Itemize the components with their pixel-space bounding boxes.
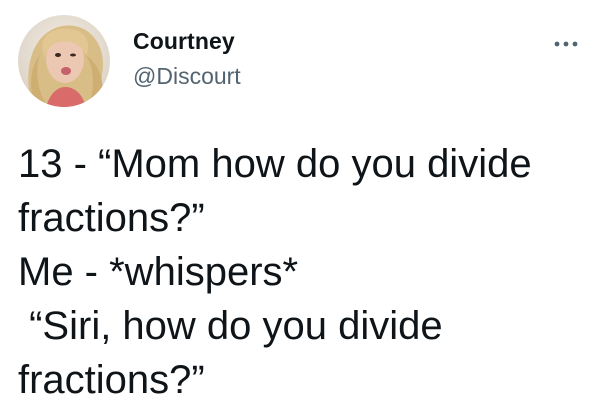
- tweet-text: 13 - “Mom how do you divide fractions?” …: [18, 137, 593, 407]
- tweet-text-line: “Siri, how do you divide: [18, 304, 443, 348]
- profile-photo: [18, 15, 110, 107]
- author-handle[interactable]: @Discourt: [133, 63, 241, 90]
- tweet-text-line: Me - *whispers*: [18, 250, 299, 294]
- author-display-name[interactable]: Courtney: [133, 28, 235, 55]
- tweet-text-line: 13 - “Mom how do you divide: [18, 142, 532, 186]
- more-horizontal-icon: [554, 41, 578, 47]
- tweet-text-line: fractions?”: [18, 358, 205, 402]
- tweet: Courtney @Discourt 13 - “Mom how do you …: [0, 0, 599, 413]
- tweet-text-line: fractions?”: [18, 196, 205, 240]
- avatar[interactable]: [18, 15, 110, 107]
- more-options-button[interactable]: [549, 34, 583, 54]
